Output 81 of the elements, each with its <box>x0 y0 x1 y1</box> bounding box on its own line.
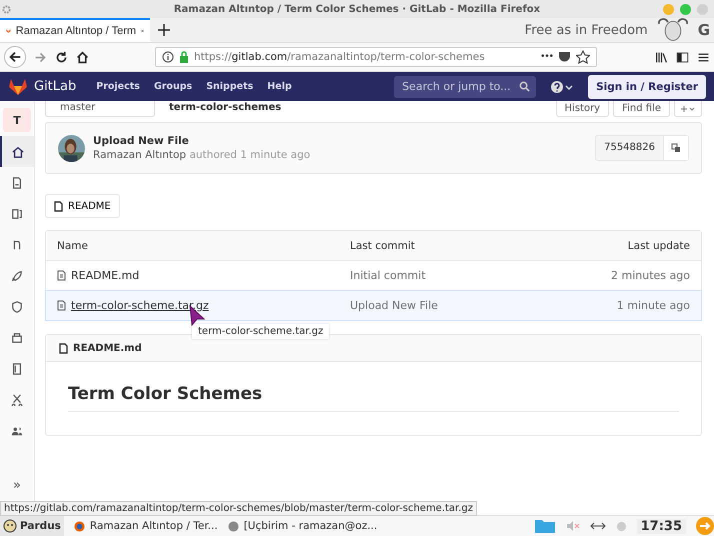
scissors-icon <box>11 394 23 406</box>
find-file-button[interactable]: Find file <box>613 101 670 117</box>
readme-heading: Term Color Schemes <box>68 384 679 412</box>
taskbar-window[interactable]: [Uçbirim - ramazan@oz... <box>228 520 378 532</box>
network-icon[interactable] <box>590 521 606 531</box>
status-url: https://gitlab.com/ramazanaltintop/term-color-schemes/blob/master/term-color-scheme.tar.gz <box>0 501 478 516</box>
terminal-icon <box>228 520 239 532</box>
browser-icon <box>74 520 85 532</box>
copy-button[interactable] <box>663 136 688 160</box>
commit-time: authored 1 minute ago <box>189 149 310 161</box>
readme-button[interactable]: README <box>45 194 120 218</box>
sidebar-toggle-icon[interactable] <box>676 50 689 64</box>
copy-icon <box>671 143 681 153</box>
add-dropdown-button[interactable] <box>674 101 702 117</box>
sidebar-item[interactable] <box>0 136 34 167</box>
box-icon <box>11 332 23 344</box>
commit-sha[interactable]: 75548826 <box>596 136 663 160</box>
menu-icon[interactable] <box>697 50 710 64</box>
users-icon <box>11 424 23 436</box>
close-tab-icon[interactable] <box>141 27 144 35</box>
start-button[interactable]: Pardus <box>0 516 64 536</box>
file-icon <box>57 300 66 311</box>
file-link[interactable]: README.md <box>71 269 140 282</box>
file-icon <box>59 342 68 354</box>
file-link[interactable]: term-color-scheme.tar.gz <box>71 299 209 312</box>
theme-slogan: Free as in Freedom <box>524 22 648 38</box>
project-avatar[interactable]: T <box>3 108 31 132</box>
search-field[interactable]: Search or jump to... <box>394 76 536 98</box>
issues-icon <box>11 208 23 220</box>
column-header: Last commit <box>350 240 416 252</box>
nav-link[interactable]: Help <box>267 81 292 92</box>
history-button[interactable]: History <box>556 101 610 117</box>
bookmark-star-icon[interactable] <box>576 50 590 64</box>
home-icon <box>12 146 24 158</box>
gitlab-logo-icon[interactable] <box>8 78 28 96</box>
help-icon[interactable] <box>550 80 574 94</box>
clock[interactable]: 17:35 <box>636 518 686 534</box>
column-header: Last update <box>628 240 690 252</box>
readme-filename: README.md <box>73 342 142 354</box>
merge-request-icon <box>11 238 23 250</box>
browser-tab[interactable]: Ramazan Altıntop / Term <box>0 18 150 42</box>
taskbar-window[interactable]: Ramazan Altıntop / Ter... <box>74 520 218 532</box>
breadcrumb-path[interactable]: term-color-schemes <box>169 101 282 117</box>
theme-letter: G <box>698 21 710 39</box>
search-icon[interactable] <box>519 81 530 92</box>
info-icon[interactable] <box>162 51 174 63</box>
nav-link[interactable]: Projects <box>96 81 140 92</box>
collapse-sidebar-button[interactable]: » <box>13 478 21 493</box>
file-row[interactable]: term-color-scheme.tar.gz Upload New File 1 minute ago <box>45 290 702 321</box>
forward-icon[interactable] <box>34 50 47 64</box>
new-tab-icon[interactable] <box>158 24 170 36</box>
update-time: 2 minutes ago <box>611 269 690 282</box>
gitlab-brand[interactable]: GitLab <box>34 79 76 94</box>
shield-icon <box>11 300 23 312</box>
reload-icon[interactable] <box>55 50 68 64</box>
tooltip: term-color-scheme.tar.gz <box>192 324 330 339</box>
window-title: Ramazan Altıntop / Term Color Schemes · GitLab - Mozilla Firefox <box>174 4 540 14</box>
document-icon <box>11 176 23 188</box>
book-icon <box>11 362 23 374</box>
address-bar[interactable]: https://gitlab.com/ramazanaltintop/term-color-schemes ••• <box>155 47 597 67</box>
commit-title[interactable]: Upload New File <box>93 135 310 147</box>
rocket-icon <box>11 270 23 282</box>
file-icon <box>57 270 66 281</box>
commit-author[interactable]: Ramazan Altıntop <box>93 149 186 161</box>
padlock-icon[interactable] <box>179 51 189 63</box>
back-button[interactable] <box>4 46 26 68</box>
commit-message[interactable]: Initial commit <box>350 269 612 282</box>
sign-in-button[interactable]: Sign in / Register <box>588 74 706 98</box>
nav-link[interactable]: Snippets <box>206 81 254 92</box>
branch-dropdown[interactable]: master <box>45 101 155 117</box>
page-actions-button[interactable]: ••• <box>540 52 553 62</box>
update-time: 1 minute ago <box>616 299 690 312</box>
home-icon[interactable] <box>76 50 89 64</box>
nav-link[interactable]: Groups <box>154 81 192 92</box>
library-icon[interactable] <box>655 50 668 64</box>
back-arrow-icon <box>8 50 22 64</box>
file-icon <box>54 200 63 212</box>
column-header: Name <box>57 240 89 252</box>
pocket-icon[interactable] <box>558 51 571 63</box>
plus-caret-icon <box>681 106 695 112</box>
commit-message[interactable]: Upload New File <box>350 299 617 312</box>
